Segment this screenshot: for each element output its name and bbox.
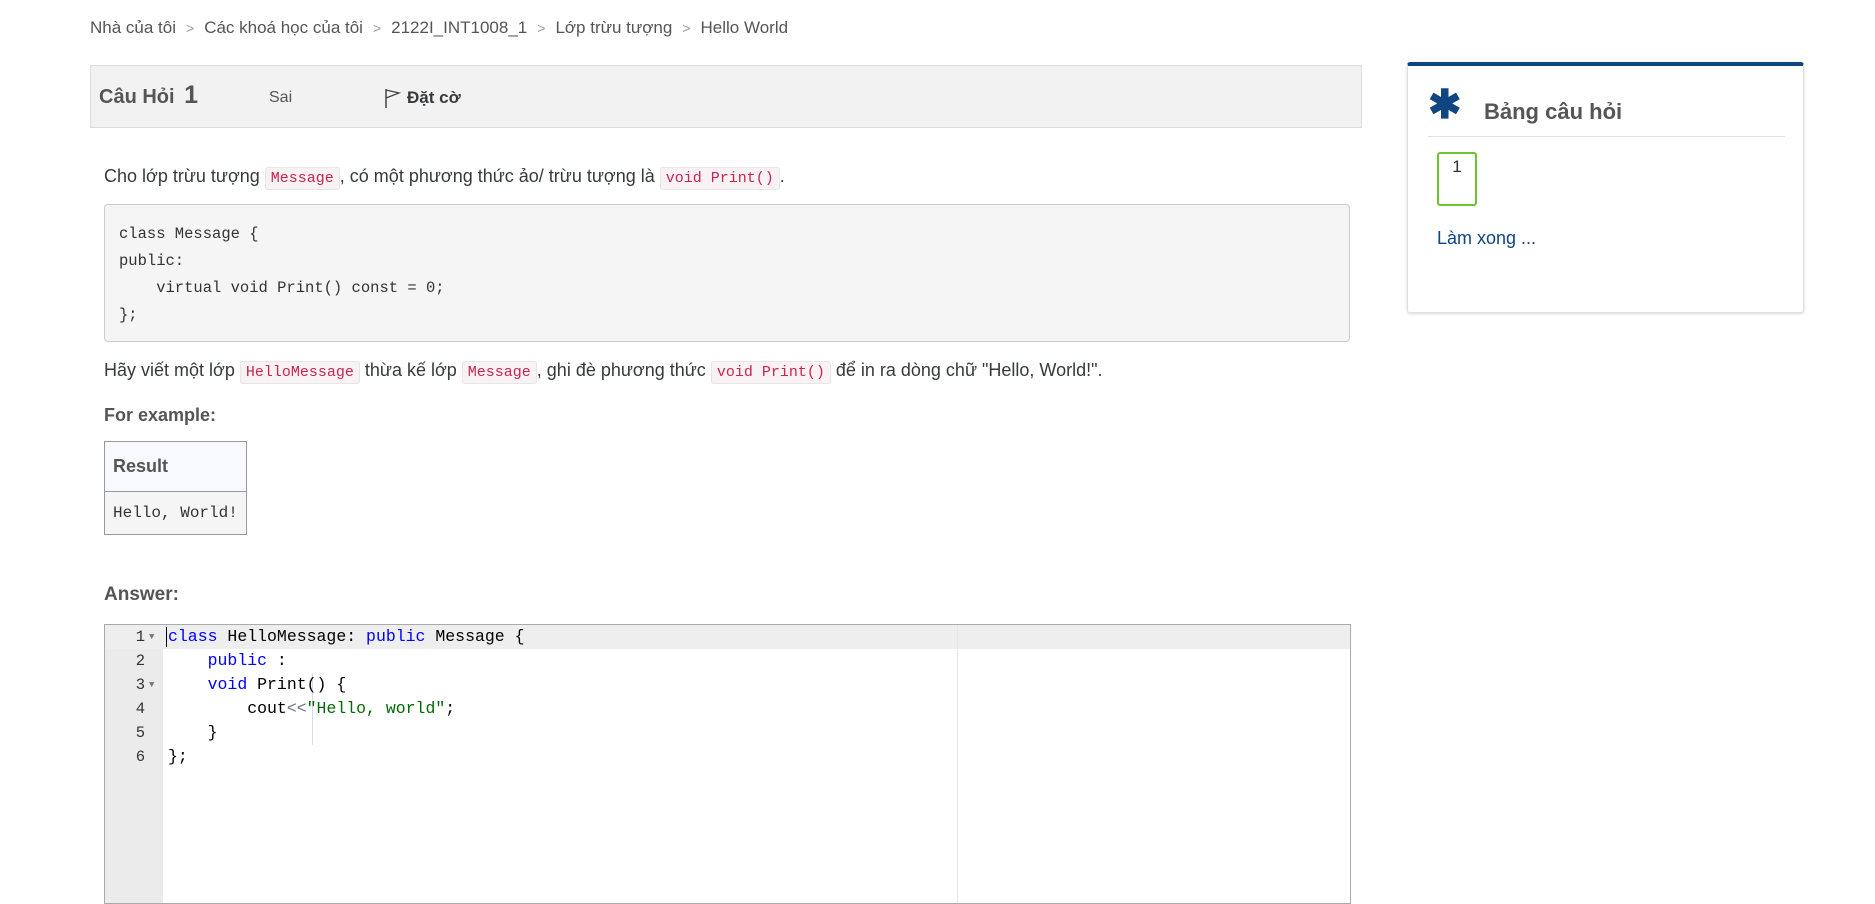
description-paragraph-1: Cho lớp trừu tượng Message, có một phươn…: [104, 166, 785, 190]
text-cursor: [166, 627, 167, 647]
table-header: Result: [104, 441, 247, 492]
code-line[interactable]: 5 }: [105, 721, 1350, 745]
finish-attempt-link[interactable]: Làm xong ...: [1437, 228, 1536, 249]
breadcrumb-my-courses[interactable]: Các khoá học của tôi: [204, 18, 363, 38]
code-token: void: [207, 675, 248, 694]
code-text: }: [168, 721, 218, 745]
code-token: Message {: [425, 627, 525, 646]
line-number: 6: [135, 748, 145, 766]
text-segment: , ghi đè phương thức: [536, 360, 711, 380]
line-number: 3: [135, 676, 145, 694]
text-segment: Hãy viết một lớp: [104, 360, 240, 380]
text-segment: thừa kế lớp: [359, 360, 462, 380]
flag-label: Đặt cờ: [407, 88, 461, 107]
inline-code: void Print(): [659, 167, 780, 190]
for-example-heading: For example:: [104, 405, 217, 425]
quiz-navigation-header: ✱ Bảng câu hỏi: [1428, 83, 1785, 137]
fold-arrow-icon[interactable]: ▼: [149, 625, 154, 649]
inline-code: void Print(): [710, 361, 831, 384]
line-number: 1: [135, 628, 145, 646]
answer-label: Answer:: [104, 584, 179, 605]
code-token: ;: [445, 699, 456, 718]
code-token: <<: [286, 699, 307, 718]
quiz-navigation-block: ✱ Bảng câu hỏi 1 Làm xong ...: [1407, 62, 1804, 313]
example-table: Result Hello, World!: [104, 441, 247, 535]
description-paragraph-2: Hãy viết một lớp HelloMessage thừa kế lớ…: [104, 360, 1103, 384]
line-number: 2: [135, 652, 145, 670]
line-number: 4: [135, 700, 145, 718]
code-token: public: [366, 627, 426, 646]
question-info-bar: Câu Hỏi 1 Sai Đặt cờ: [90, 65, 1362, 128]
breadcrumb-section[interactable]: Lớp trừu tượng: [555, 18, 672, 38]
chevron-right-icon: >: [372, 20, 382, 36]
code-token: }: [207, 723, 218, 742]
table-cell: Hello, World!: [104, 491, 247, 535]
question-title: Câu Hỏi 1: [99, 81, 198, 110]
text-segment: .: [779, 166, 785, 186]
quiz-nav-question-button[interactable]: 1: [1437, 152, 1477, 206]
text-segment: Cho lớp trừu tượng: [104, 166, 265, 186]
code-line[interactable]: 3 ▼ void Print() {: [105, 673, 1350, 697]
code-text: void Print() {: [168, 673, 347, 697]
question-number: 1: [184, 81, 199, 109]
chevron-right-icon: >: [537, 20, 546, 36]
code-token: "Hello, world": [306, 699, 446, 718]
answer-code-editor[interactable]: 1 ▼ class HelloMessage: public Message {…: [104, 624, 1351, 904]
text-segment: để in ra dòng chữ "Hello, World!".: [830, 360, 1103, 380]
fold-arrow-icon[interactable]: ▼: [149, 673, 154, 697]
code-token: cout: [247, 699, 287, 718]
question-label: Câu Hỏi: [99, 86, 175, 108]
flag-icon: [385, 89, 401, 108]
code-token: class: [168, 627, 218, 646]
asterisk-icon: ✱: [1428, 83, 1462, 127]
inline-code: Message: [264, 167, 340, 190]
code-text: class HelloMessage: public Message {: [168, 625, 525, 649]
quiz-navigation-title: Bảng câu hỏi: [1484, 99, 1623, 124]
code-line[interactable]: 6 };: [105, 745, 1350, 769]
code-text: cout<<"Hello, world";: [168, 697, 455, 721]
code-token: Print() {: [247, 675, 347, 694]
code-text: public :: [168, 649, 287, 673]
code-token: HelloMessage:: [217, 627, 367, 646]
code-block: class Message { public: virtual void Pri…: [104, 204, 1350, 342]
flag-question-button[interactable]: Đặt cờ: [383, 87, 461, 109]
code-line[interactable]: 1 ▼ class HelloMessage: public Message {: [105, 625, 1350, 649]
inline-code: Message: [461, 361, 537, 384]
chevron-right-icon: >: [682, 20, 691, 36]
code-line[interactable]: 2 public :: [105, 649, 1350, 673]
line-number: 5: [135, 724, 145, 742]
breadcrumb-course[interactable]: 2122I_INT1008_1: [391, 18, 527, 38]
breadcrumb-quiz[interactable]: Hello World: [701, 18, 789, 38]
inline-code: HelloMessage: [239, 361, 360, 384]
chevron-right-icon: >: [186, 20, 195, 36]
code-text: };: [168, 745, 188, 769]
breadcrumb-home[interactable]: Nhà của tôi: [90, 18, 176, 38]
breadcrumb: Nhà của tôi > Các khoá học của tôi > 212…: [90, 18, 788, 38]
code-token: };: [168, 747, 188, 766]
question-state: Sai: [269, 89, 293, 106]
text-segment: , có một phương thức ảo/ trừu tượng là: [339, 166, 660, 186]
code-token: :: [267, 651, 287, 670]
code-token: public: [207, 651, 268, 670]
code-line[interactable]: 4 cout<<"Hello, world";: [105, 697, 1350, 721]
